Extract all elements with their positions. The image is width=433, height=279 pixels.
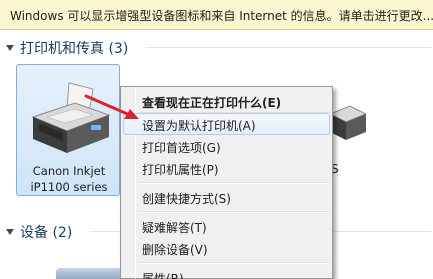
menu-item-see-whats-printing[interactable]: 查看现在正在打印什么(E) [123, 90, 330, 112]
device-name-line1: Canon Inkjet [32, 164, 106, 178]
menu-item-printer-properties[interactable]: 打印机属性(P) [123, 157, 330, 179]
printer-icon-second[interactable] [330, 86, 366, 156]
menu-item-create-shortcut[interactable]: 创建快捷方式(S) [123, 186, 330, 208]
collapse-arrow-icon[interactable] [6, 229, 14, 235]
collapse-arrow-icon[interactable] [6, 45, 14, 51]
menu-item-set-default-printer[interactable]: 设置为默认打印机(A) [123, 113, 330, 135]
group-label-printers: 打印机和传真 (3) [20, 41, 129, 57]
group-divider [146, 47, 431, 48]
menu-separator [139, 211, 330, 213]
device-name-line2: iP1100 series [30, 180, 108, 194]
menu-separator [139, 182, 330, 184]
menu-item-properties[interactable]: 属性(R) [123, 266, 330, 279]
printer-icon [31, 82, 111, 153]
menu-separator [139, 262, 330, 264]
group-header-printers[interactable]: 打印机和传真 (3) [6, 38, 431, 58]
context-menu: 查看现在正在打印什么(E) 设置为默认打印机(A) 打印首选项(G) 打印机属性… [120, 86, 333, 279]
infobar-text: Windows 可以显示增强型设备图标和来自 Internet 的信息。请单击进… [10, 9, 433, 23]
group-header-devices[interactable]: 设备 (2) [6, 222, 431, 242]
device-icon-partial[interactable] [56, 268, 130, 279]
device-name: Canon Inkjet iP1100 series [17, 163, 121, 195]
group-label-devices: 设备 (2) [20, 225, 73, 241]
infobar[interactable]: Windows 可以显示增强型设备图标和来自 Internet 的信息。请单击进… [0, 0, 433, 30]
menu-item-printing-preferences[interactable]: 打印首选项(G) [123, 135, 330, 157]
device-tile-canon[interactable]: Canon Inkjet iP1100 series [16, 64, 120, 196]
menu-item-troubleshoot[interactable]: 疑难解答(T) [123, 215, 330, 237]
menu-item-remove-device[interactable]: 删除设备(V) [123, 237, 330, 259]
